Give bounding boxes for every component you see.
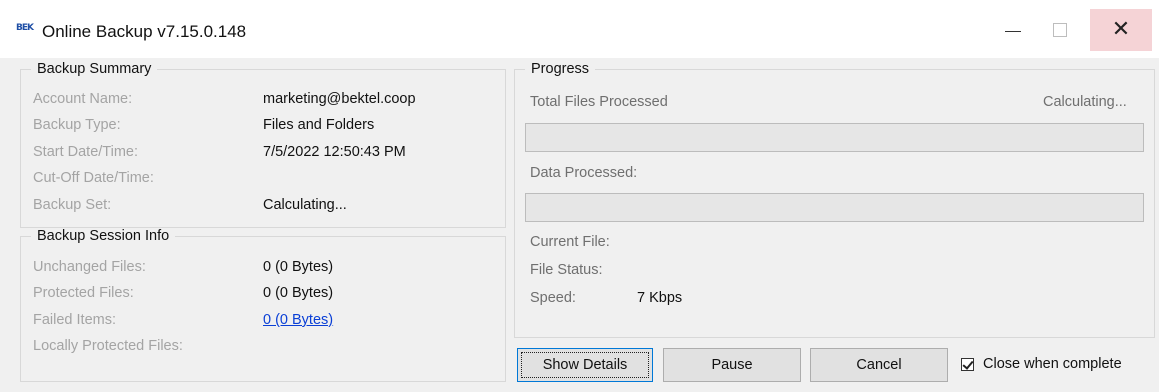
close-when-complete-label: Close when complete — [983, 356, 1122, 372]
session-info-legend: Backup Session Info — [37, 228, 170, 244]
data-progress-bar — [525, 193, 1144, 222]
progress-legend: Progress — [531, 61, 590, 77]
focus-ring — [521, 352, 649, 378]
session-info-group: Backup Session Info — [20, 228, 506, 382]
logo-text: BEK — [16, 23, 34, 33]
protected-files-label: Protected Files: — [33, 285, 134, 301]
total-files-label: Total Files Processed — [530, 94, 668, 110]
close-when-complete-checkbox[interactable]: Close when complete — [961, 350, 1122, 378]
start-datetime-label: Start Date/Time: — [33, 144, 139, 160]
file-status-label: File Status: — [530, 262, 603, 278]
start-datetime-value: 7/5/2022 12:50:43 PM — [263, 144, 406, 160]
cutoff-datetime-label: Cut-Off Date/Time: — [33, 170, 154, 186]
pause-label: Pause — [711, 357, 753, 373]
checkmark-icon — [962, 357, 974, 370]
files-progress-bar — [525, 123, 1144, 152]
bektel-logo-icon: BEK — [16, 23, 34, 39]
show-details-button[interactable]: Show Details — [517, 348, 653, 382]
window-title: Online Backup v7.15.0.148 — [42, 22, 247, 41]
data-processed-label: Data Processed: — [530, 165, 638, 181]
speed-label: Speed: — [530, 290, 576, 306]
backup-type-value: Files and Folders — [263, 117, 375, 133]
maximize-button[interactable] — [1037, 9, 1083, 51]
protected-files-value: 0 (0 Bytes) — [263, 285, 334, 301]
failed-items-link[interactable]: 0 (0 Bytes) — [263, 312, 333, 328]
checkbox-icon[interactable] — [961, 357, 974, 371]
maximize-icon — [1053, 23, 1067, 37]
current-file-label: Current File: — [530, 234, 610, 250]
speed-value: 7 Kbps — [637, 290, 683, 306]
cancel-label: Cancel — [856, 357, 902, 373]
close-icon: ✕ — [1111, 17, 1131, 42]
backup-set-label: Backup Set: — [33, 197, 112, 213]
backup-summary-legend: Backup Summary — [37, 61, 152, 77]
locally-protected-files-label: Locally Protected Files: — [33, 338, 183, 354]
backup-type-label: Backup Type: — [33, 117, 121, 133]
backup-set-value: Calculating... — [263, 197, 347, 213]
online-backup-window: BEK Online Backup v7.15.0.148 ✕ Backup S… — [0, 0, 1159, 392]
pause-button[interactable]: Pause — [663, 348, 801, 382]
close-button[interactable]: ✕ — [1090, 9, 1152, 51]
account-name-value: marketing@bektel.coop — [263, 91, 416, 107]
failed-items-label: Failed Items: — [33, 312, 116, 328]
account-name-label: Account Name: — [33, 91, 133, 107]
unchanged-files-label: Unchanged Files: — [33, 259, 146, 275]
minimize-icon — [1005, 31, 1021, 32]
title-bar[interactable]: BEK Online Backup v7.15.0.148 ✕ — [0, 0, 1159, 58]
total-files-value: Calculating... — [1043, 94, 1127, 110]
cancel-button[interactable]: Cancel — [810, 348, 948, 382]
minimize-button[interactable] — [990, 9, 1036, 51]
unchanged-files-value: 0 (0 Bytes) — [263, 259, 334, 275]
